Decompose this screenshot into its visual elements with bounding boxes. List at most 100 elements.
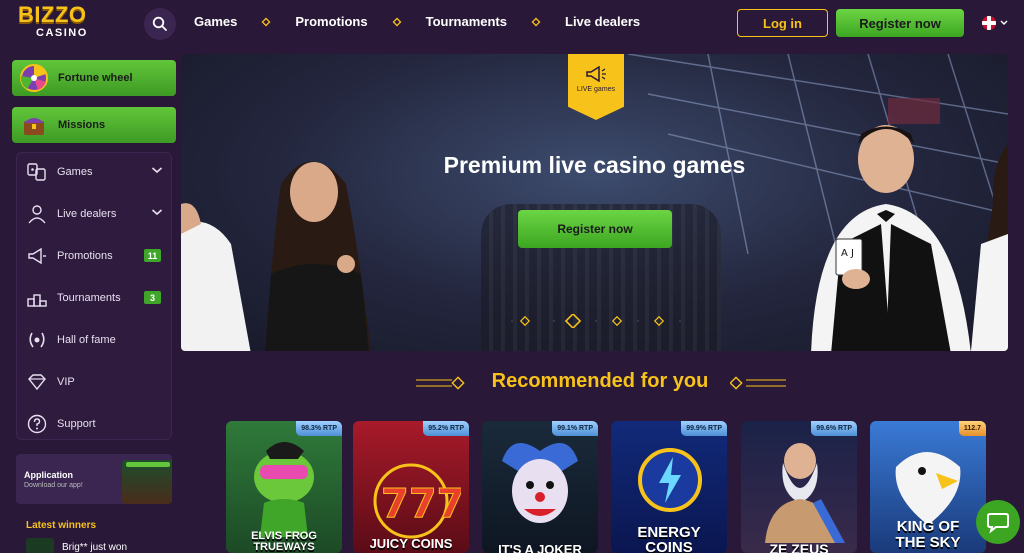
download-app-card[interactable]: Application Download our app! — [16, 454, 172, 504]
game-title: ENERGY COINS — [637, 524, 701, 553]
app-card-subtitle: Download our app! — [24, 482, 83, 489]
rtp-badge: 98.3% RTP — [296, 421, 342, 436]
chevron-down-icon — [1000, 20, 1008, 25]
live-games-tag: LIVE games — [568, 54, 624, 120]
banner-title: Premium live casino games — [443, 152, 746, 178]
eagle-image — [895, 452, 961, 525]
main-nav: Games Promotions Tournaments Live dealer… — [194, 14, 640, 29]
bizzo-logo[interactable]: BIZZO CASINO — [18, 4, 110, 44]
login-button[interactable]: Log in — [737, 9, 828, 37]
top-header: BIZZO CASINO Games Promotions Tournament… — [0, 0, 1024, 46]
fortune-wheel-button[interactable]: Fortune wheel — [12, 60, 176, 96]
phone-preview-image — [122, 460, 172, 504]
sidebar-item-label: Support — [57, 418, 96, 430]
megaphone-icon — [586, 66, 606, 82]
game-card-elvis-frog[interactable]: 98.3% RTP ELVIS FROG TRUEWAYS — [226, 421, 342, 553]
hero-banner[interactable]: A J LIVE games Premium live casino games… — [181, 54, 1008, 351]
sidebar-item-live-dealers[interactable]: Live dealers — [25, 200, 171, 228]
podium-icon — [25, 286, 49, 310]
chevron-down-icon — [151, 167, 163, 174]
game-title: IT'S A JOKER — [498, 542, 582, 553]
sidebar-item-label: Live dealers — [57, 208, 117, 220]
app-card-title: Application — [24, 470, 73, 480]
winner-game-thumbnail — [26, 538, 54, 553]
triple-seven-image: 777 — [373, 463, 461, 539]
game-title: KING OF THE SKY — [895, 518, 961, 551]
game-title: ELVIS FROG TRUEWAYS — [251, 530, 317, 553]
carousel-dot — [611, 315, 623, 327]
title-ornament-right-icon — [730, 376, 786, 390]
search-button[interactable] — [144, 8, 176, 40]
zeus-character-image — [765, 443, 845, 543]
banner-register-button[interactable]: Register now — [518, 210, 672, 248]
sidebar-item-label: Hall of fame — [57, 334, 116, 346]
dealer-left-image — [181, 203, 251, 351]
diamond-separator-icon — [531, 17, 541, 26]
missions-button[interactable]: Missions — [12, 107, 176, 143]
missions-label: Missions — [58, 119, 106, 131]
nav-live-dealers[interactable]: Live dealers — [565, 14, 640, 29]
rtp-badge: 112.7 — [958, 421, 986, 436]
svg-text:777: 777 — [381, 481, 461, 527]
diamond-icon — [25, 370, 49, 394]
game-card-juicy-coins[interactable]: 777 95.2% RTP JUICY COINS — [353, 421, 469, 553]
game-card-its-a-joker[interactable]: 99.1% RTP IT'S A JOKER — [482, 421, 598, 553]
language-selector[interactable] — [982, 16, 1008, 30]
promotions-count-badge: 11 — [144, 249, 161, 262]
sidebar-item-tournaments[interactable]: Tournaments 3 — [25, 284, 171, 312]
carousel-pagination[interactable] — [511, 314, 681, 328]
live-dealer-icon — [25, 202, 49, 226]
rtp-value: 112.7 — [963, 425, 981, 432]
latest-winners-heading: Latest winners — [26, 520, 97, 531]
live-games-tag-label: LIVE games — [576, 86, 616, 93]
rtp-value: 99.1% RTP — [557, 425, 593, 432]
frog-character-image — [254, 442, 314, 537]
logo-top-text: BIZZO — [18, 2, 87, 27]
logo-bottom-text: CASINO — [36, 27, 88, 39]
game-card-king-of-the-sky[interactable]: 112.7 KING OF THE SKY — [870, 421, 986, 553]
sidebar-item-vip[interactable]: VIP — [25, 368, 171, 396]
dealer-man-image: A J — [811, 125, 971, 351]
search-icon — [152, 16, 167, 31]
sidebar-item-promotions[interactable]: Promotions 11 — [25, 242, 171, 270]
uk-flag-icon — [982, 16, 996, 30]
rtp-badge: 99.6% RTP — [811, 421, 857, 436]
sidebar-item-label: VIP — [57, 376, 75, 388]
nav-promotions[interactable]: Promotions — [295, 14, 367, 29]
megaphone-icon — [25, 244, 49, 268]
rtp-badge: 99.1% RTP — [552, 421, 598, 436]
carousel-dot-active — [564, 314, 582, 328]
rtp-badge: 95.2% RTP — [423, 421, 469, 436]
nav-tournaments[interactable]: Tournaments — [426, 14, 507, 29]
chevron-down-icon — [151, 209, 163, 216]
latest-winner-row[interactable]: Brig** just won — [26, 538, 127, 553]
sidebar-menu: Games Live dealers Promotions 11 Tournam… — [16, 152, 172, 440]
lightning-coin-image — [638, 448, 702, 512]
game-card-energy-coins[interactable]: 99.9% RTP ENERGY COINS — [611, 421, 727, 553]
carousel-dot — [653, 315, 665, 327]
diamond-separator-icon — [261, 17, 271, 26]
sidebar-item-hall-of-fame[interactable]: Hall of fame — [25, 326, 171, 354]
register-button[interactable]: Register now — [836, 9, 964, 37]
rtp-value: 99.6% RTP — [816, 425, 852, 432]
nav-games[interactable]: Games — [194, 14, 237, 29]
game-card-ze-zeus[interactable]: 99.6% RTP ZE ZEUS — [741, 421, 857, 553]
rtp-value: 99.9% RTP — [686, 425, 722, 432]
diamond-separator-icon — [392, 17, 402, 26]
sidebar-item-games[interactable]: Games — [25, 158, 171, 186]
help-icon — [25, 412, 49, 436]
games-icon — [25, 160, 49, 184]
laurel-icon — [25, 328, 49, 352]
live-chat-button[interactable] — [976, 500, 1020, 544]
sidebar-item-label: Promotions — [57, 250, 113, 262]
sidebar-item-support[interactable]: Support — [25, 410, 171, 438]
sidebar-item-label: Tournaments — [57, 292, 121, 304]
game-title: JUICY COINS — [369, 536, 453, 551]
tournaments-count-badge: 3 — [144, 291, 161, 304]
carousel-dot — [519, 315, 531, 327]
fortune-wheel-icon — [18, 62, 50, 94]
winner-text: Brig** just won — [62, 541, 128, 553]
joker-character-image — [502, 443, 578, 523]
sidebar-item-label: Games — [57, 166, 93, 178]
fortune-wheel-label: Fortune wheel — [58, 72, 133, 84]
